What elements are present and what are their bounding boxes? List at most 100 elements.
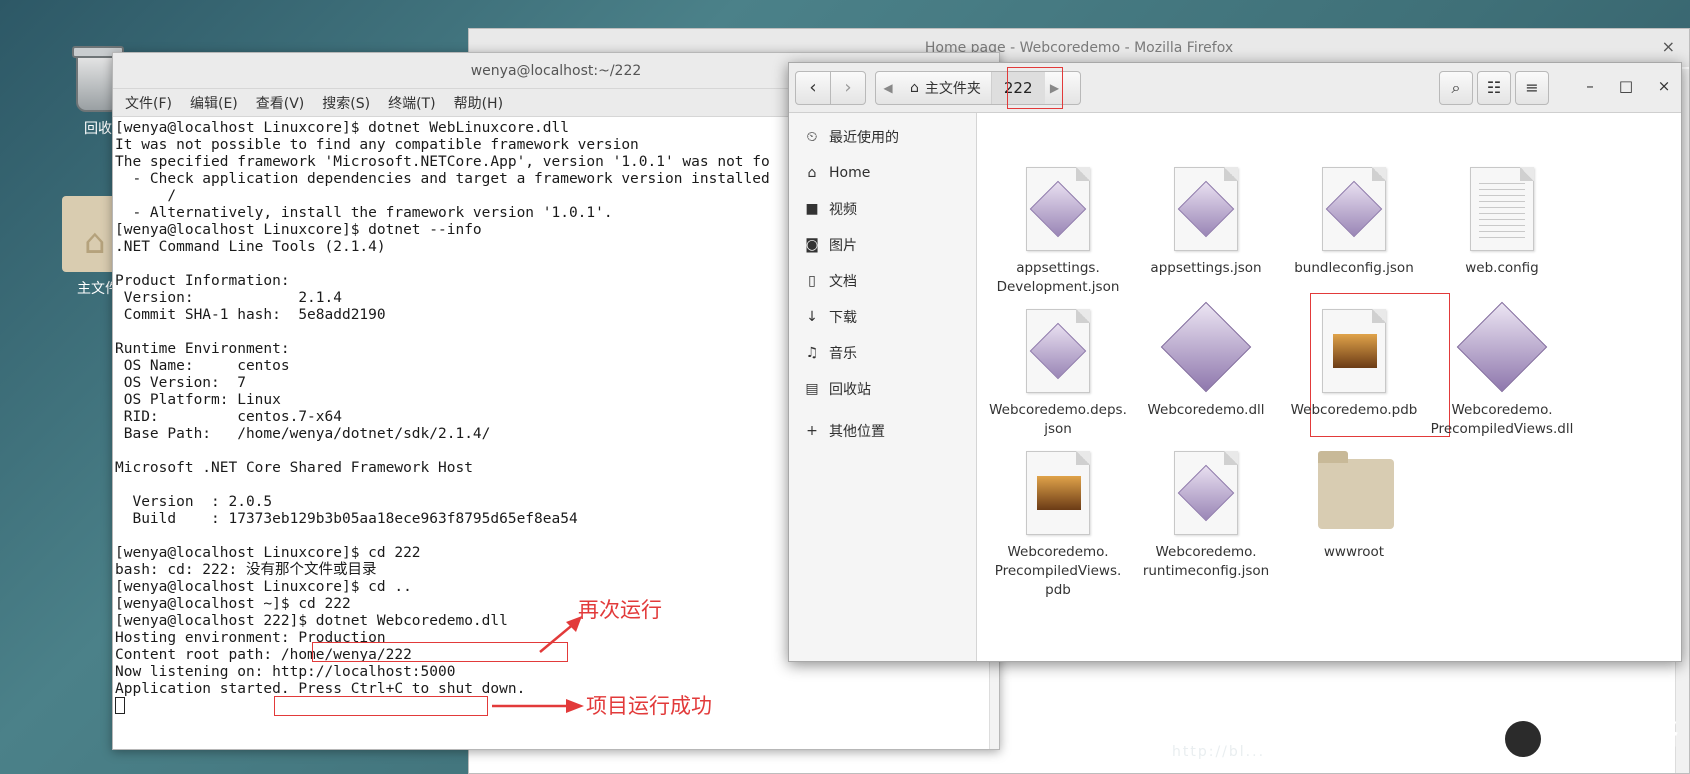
sidebar-icon: ⌂ xyxy=(807,165,817,181)
file-icon xyxy=(1170,451,1242,537)
sidebar-item[interactable]: ■ 视频 xyxy=(789,191,976,227)
file-icon xyxy=(1022,167,1094,253)
file-icon xyxy=(1456,301,1548,395)
file-grid: appsettings. Development.json appsettings… xyxy=(978,113,1681,661)
file-name: Webcoredemo. runtimeconfig.json xyxy=(1142,544,1270,579)
menu-terminal[interactable]: 终端(T) xyxy=(384,93,439,113)
sidebar-item[interactable]: ⏲ 最近使用的 xyxy=(789,119,976,155)
file-item[interactable]: appsettings.json xyxy=(1132,167,1280,278)
file-icon xyxy=(1170,167,1242,253)
menu-search[interactable]: 搜索(S) xyxy=(318,93,374,113)
sidebar: ⏲ 最近使用的 ⌂ Home ■ 视频 ◙ 图片 ▯ 文档 ↓ 下载 ♫ 音乐 ▤ 回收站 + 其他位置 xyxy=(789,113,977,661)
path-home-label: 主文件夹 xyxy=(924,81,981,97)
sidebar-icon: ▤ xyxy=(805,381,819,397)
watermark-url: http://bl... xyxy=(1172,744,1266,760)
list-view-icon: ☷ xyxy=(1486,78,1502,97)
path-home-button[interactable]: ⌂ 主文件夹 xyxy=(900,72,992,104)
file-manager-header: ‹ › ◀ ⌂ 主文件夹 222 ▶ ⌕ ☷ ≡ – □ × xyxy=(789,63,1681,113)
sidebar-icon: ■ xyxy=(805,201,819,217)
file-name: Webcoredemo.dll xyxy=(1147,402,1265,418)
watermark: http://bl... 黑区网络 www.heiqu.com xyxy=(1172,709,1680,768)
terminal-cursor xyxy=(115,697,125,714)
file-manager-window: ‹ › ◀ ⌂ 主文件夹 222 ▶ ⌕ ☷ ≡ – □ × ⏲ 最近使用的 ⌂ Ho… xyxy=(788,62,1682,662)
menu-help[interactable]: 帮助(H) xyxy=(450,93,507,113)
menu-view[interactable]: 查看(V) xyxy=(252,93,309,113)
file-icon xyxy=(1466,167,1538,253)
sidebar-icon: + xyxy=(806,423,818,439)
file-item[interactable]: appsettings. Development.json xyxy=(984,167,1132,297)
search-icon: ⌕ xyxy=(1451,78,1461,97)
sidebar-icon: ⏲ xyxy=(806,129,818,145)
file-item[interactable]: Webcoredemo. runtimeconfig.json xyxy=(1132,451,1280,581)
file-item[interactable]: Webcoredemo.dll xyxy=(1132,301,1280,420)
home-icon: ⌂ xyxy=(910,80,919,96)
file-icon xyxy=(1022,309,1094,395)
sidebar-item[interactable]: ⌂ Home xyxy=(789,155,976,191)
menu-button[interactable]: ≡ xyxy=(1515,71,1549,105)
file-name: web.config xyxy=(1465,260,1539,276)
file-item[interactable]: Webcoredemo.deps. json xyxy=(984,309,1132,439)
file-name: appsettings.json xyxy=(1150,260,1262,276)
firefox-close-button[interactable]: × xyxy=(1662,37,1675,56)
file-item[interactable]: Webcoredemo.pdb xyxy=(1280,309,1428,420)
sidebar-icon: ♫ xyxy=(805,345,819,361)
annotation-box-path xyxy=(1007,67,1063,109)
sidebar-icon: ◙ xyxy=(805,237,819,253)
sidebar-item-label: 音乐 xyxy=(829,346,857,362)
annotation-rerun: 再次运行 xyxy=(578,598,662,622)
sidebar-item-label: Home xyxy=(829,165,871,181)
path-scroll-left-icon[interactable]: ◀ xyxy=(876,81,900,95)
minimize-button[interactable]: – xyxy=(1579,77,1601,95)
file-icon xyxy=(1318,309,1390,395)
back-button[interactable]: ‹ xyxy=(795,71,831,105)
file-name: appsettings. Development.json xyxy=(996,260,1120,295)
file-icon xyxy=(1318,167,1390,253)
file-name: Webcoredemo. PrecompiledViews. pdb xyxy=(994,544,1122,598)
sidebar-item-label: 其他位置 xyxy=(829,424,885,440)
annotation-box-command xyxy=(312,642,568,662)
sidebar-item-label: 最近使用的 xyxy=(829,130,899,146)
forward-button[interactable]: › xyxy=(830,71,866,105)
terminal-line: Application started. Press Ctrl+C to shu… xyxy=(115,681,526,697)
sidebar-item-label: 视频 xyxy=(829,202,857,218)
annotation-box-url xyxy=(274,696,488,716)
sidebar-item-label: 回收站 xyxy=(829,382,871,398)
file-name: wwwroot xyxy=(1323,544,1385,560)
annotation-arrow-icon xyxy=(492,699,584,713)
file-item[interactable]: bundleconfig.json xyxy=(1280,167,1428,278)
file-icon xyxy=(1022,451,1094,537)
sidebar-item-label: 图片 xyxy=(829,238,857,254)
file-icon xyxy=(1160,301,1252,395)
file-item[interactable]: wwwroot xyxy=(1280,451,1428,562)
close-button[interactable]: × xyxy=(1653,77,1675,95)
sidebar-item[interactable]: ◙ 图片 xyxy=(789,227,976,263)
sidebar-item-label: 文档 xyxy=(829,274,857,290)
view-toggle-button[interactable]: ☷ xyxy=(1477,71,1511,105)
menu-edit[interactable]: 编辑(E) xyxy=(186,93,242,113)
file-item[interactable]: web.config xyxy=(1428,167,1576,278)
sidebar-item-label: 下载 xyxy=(829,310,857,326)
watermark-site: www.heiqu.com xyxy=(1552,753,1656,768)
annotation-arrow-icon xyxy=(539,616,582,653)
file-name: Webcoredemo.pdb xyxy=(1290,402,1418,418)
sidebar-item[interactable]: ♫ 音乐 xyxy=(789,335,976,371)
sidebar-icon: ▯ xyxy=(808,273,816,289)
annotation-success: 项目运行成功 xyxy=(586,694,712,718)
watermark-logo-icon xyxy=(1502,717,1544,760)
search-button[interactable]: ⌕ xyxy=(1439,71,1473,105)
folder-icon xyxy=(1318,451,1394,537)
sidebar-item[interactable]: ▯ 文档 xyxy=(789,263,976,299)
sidebar-item[interactable]: ↓ 下载 xyxy=(789,299,976,335)
maximize-button[interactable]: □ xyxy=(1615,77,1637,95)
sidebar-item[interactable]: ▤ 回收站 xyxy=(789,371,976,407)
file-name: bundleconfig.json xyxy=(1294,260,1414,276)
menu-file[interactable]: 文件(F) xyxy=(121,93,176,113)
file-item[interactable]: Webcoredemo. PrecompiledViews.dll xyxy=(1428,301,1576,439)
file-name: Webcoredemo.deps. json xyxy=(989,402,1127,437)
watermark-brand: 黑区网络 xyxy=(1552,717,1680,752)
file-name: Webcoredemo. PrecompiledViews.dll xyxy=(1430,402,1574,437)
sidebar-item[interactable]: + 其他位置 xyxy=(789,413,976,449)
chevron-left-icon: ‹ xyxy=(809,77,817,98)
terminal-line: Now listening on: http://localhost:5000 xyxy=(115,664,456,680)
file-item[interactable]: Webcoredemo. PrecompiledViews. pdb xyxy=(984,451,1132,600)
